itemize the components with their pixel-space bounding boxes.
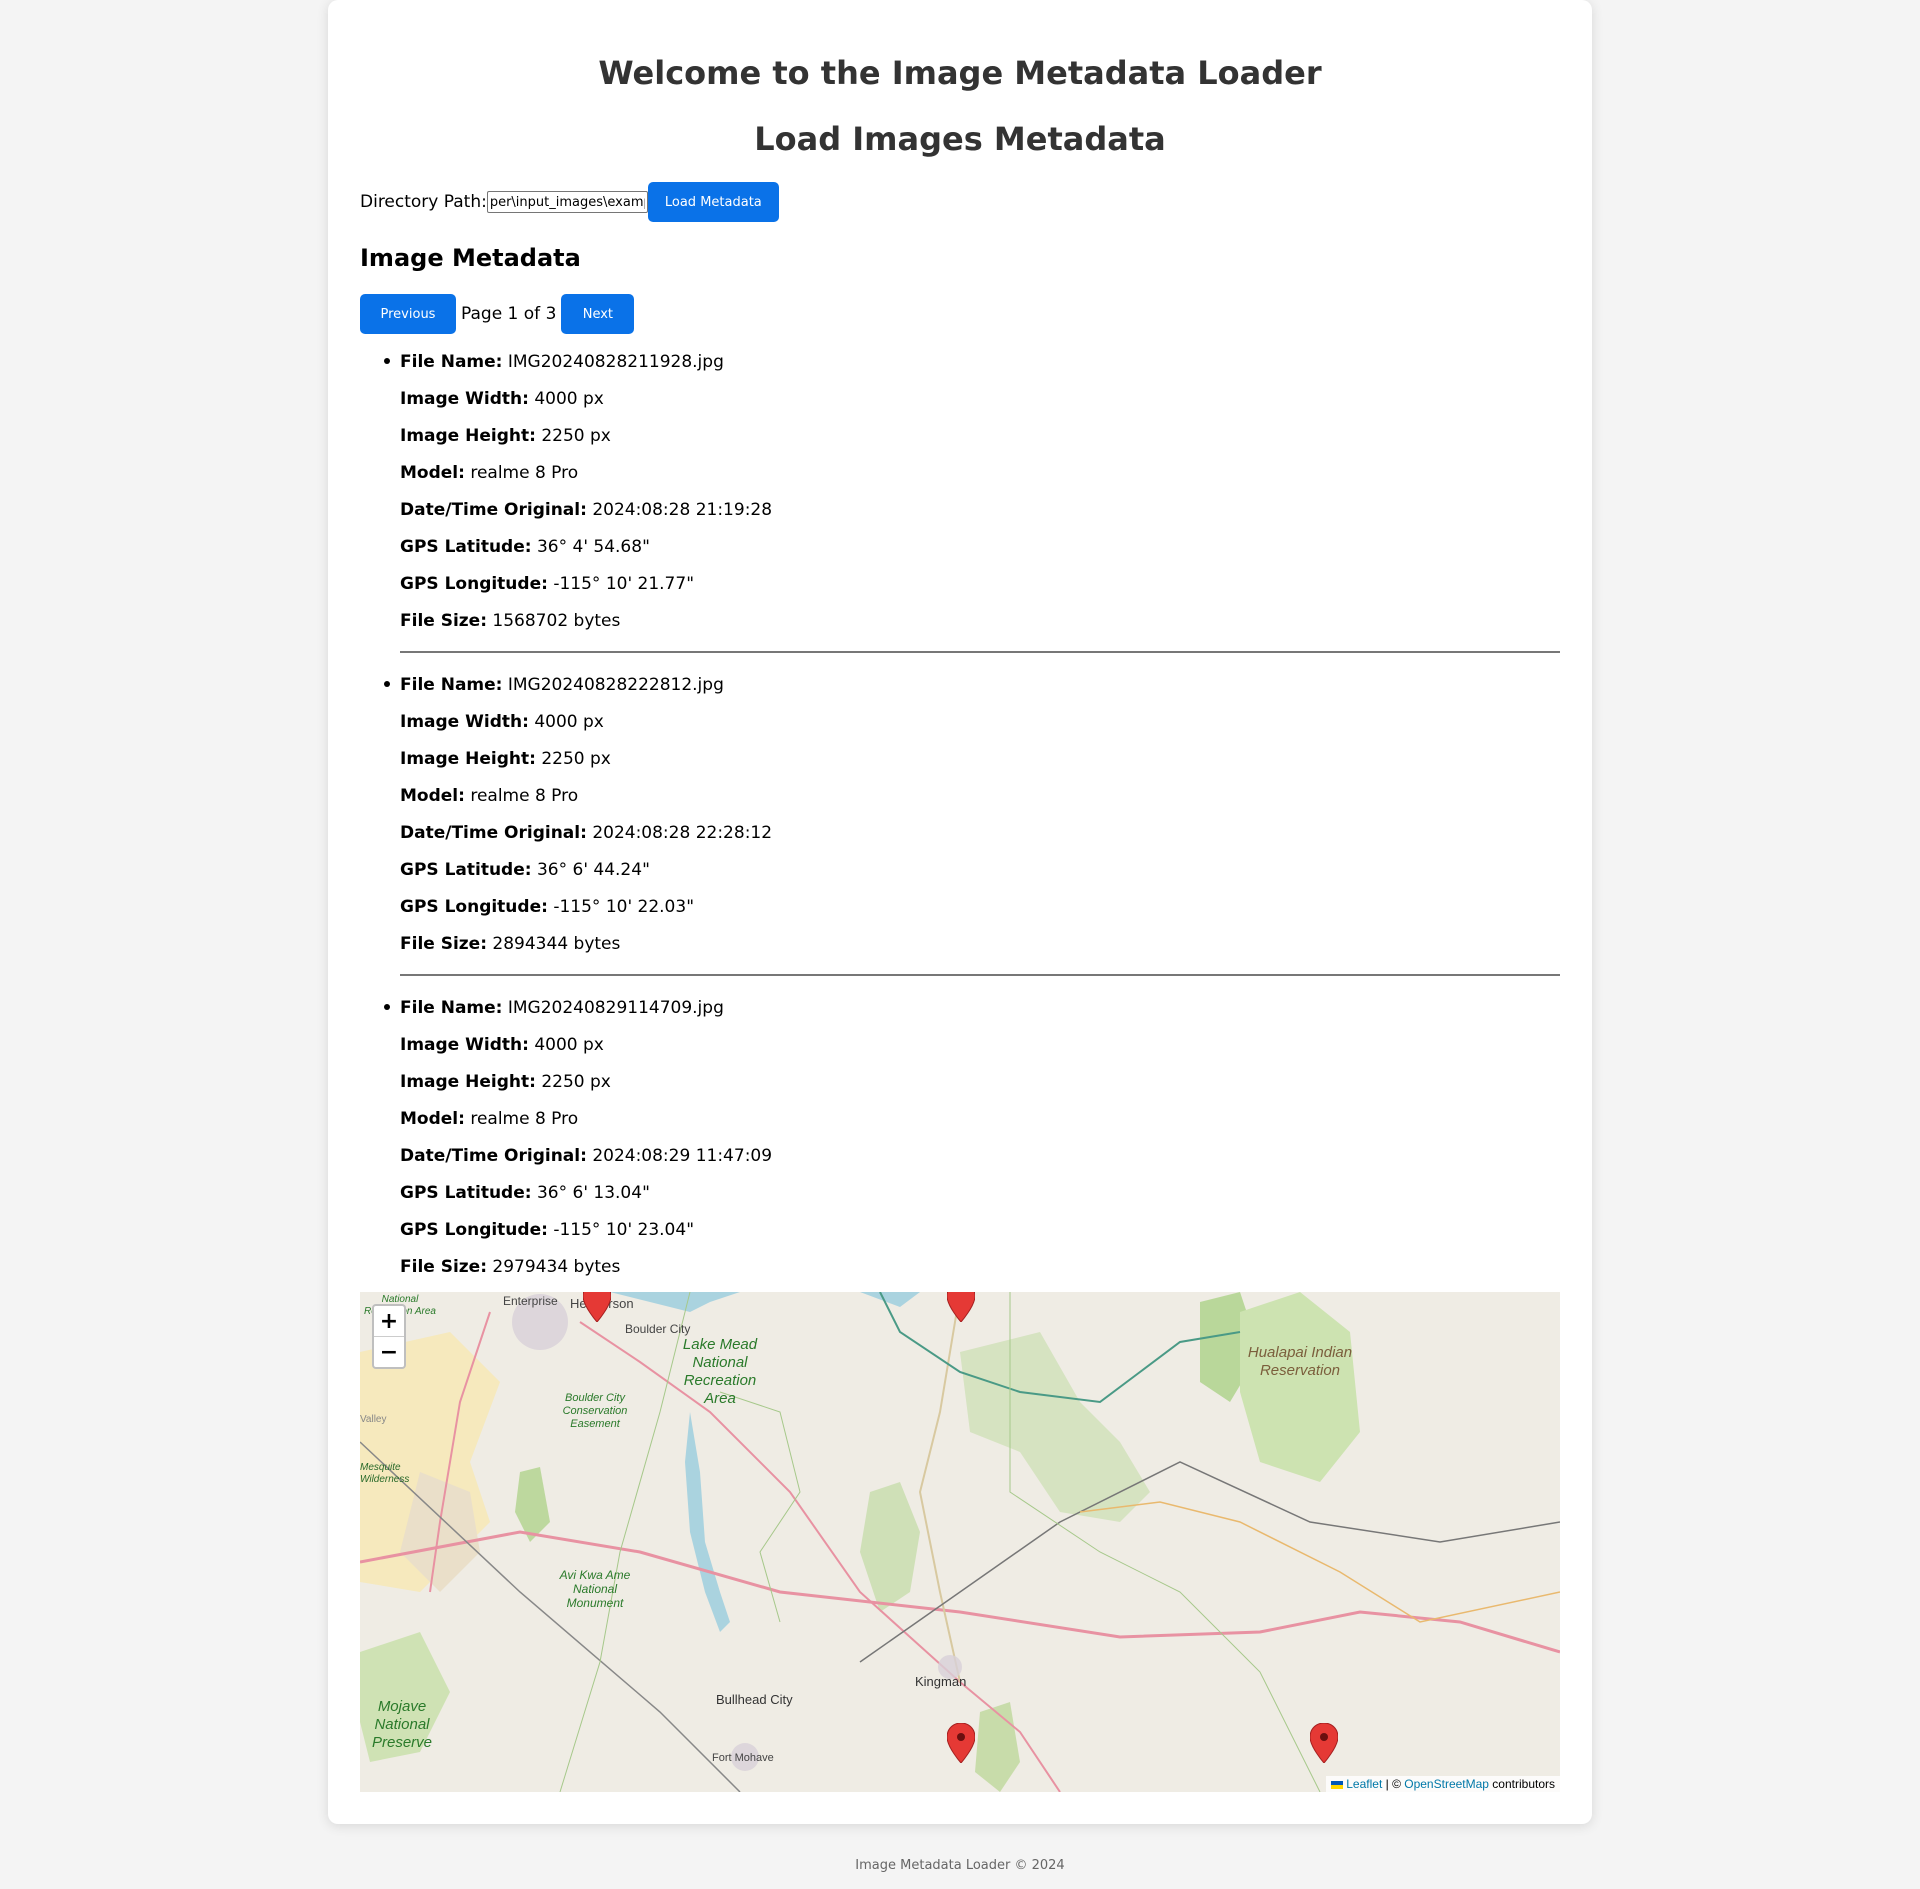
longitude-value: -115° 10' 23.04" — [553, 1220, 695, 1240]
map-label-boulder-city: Boulder City — [625, 1322, 691, 1336]
pagination: Previous Page 1 of 3 Next — [360, 294, 635, 334]
map-view[interactable]: Enterprise Henderson Boulder City Lake M… — [360, 1292, 1560, 1792]
width-row: Image Width: 4000 px — [400, 712, 604, 732]
datetime-row: Date/Time Original: 2024:08:29 11:47:09 — [400, 1146, 773, 1166]
next-button[interactable]: Next — [561, 294, 635, 334]
model-value: realme 8 Pro — [470, 463, 579, 483]
page-title: Welcome to the Image Metadata Loader — [598, 54, 1322, 92]
model-row: Model: realme 8 Pro — [400, 463, 579, 483]
file-name-value: IMG20240828222812.jpg — [507, 675, 724, 695]
zoom-out-button[interactable]: − — [374, 1336, 404, 1367]
height-row: Image Height: 2250 px — [400, 749, 611, 769]
zoom-control: + − — [372, 1304, 406, 1369]
map-label-enterprise: Enterprise — [503, 1294, 558, 1308]
file-name-value: IMG20240829114709.jpg — [507, 998, 724, 1018]
file-size-value: 2979434 bytes — [492, 1257, 621, 1277]
footer: Image Metadata Loader © 2024 — [855, 1858, 1065, 1873]
latitude-value: 36° 6' 44.24" — [536, 860, 650, 880]
longitude-row: GPS Longitude: -115° 10' 23.04" — [400, 1220, 695, 1240]
directory-input[interactable] — [486, 191, 648, 213]
datetime-value: 2024:08:28 21:19:28 — [592, 500, 773, 520]
leaflet-link[interactable]: Leaflet — [1346, 1777, 1382, 1791]
width-value: 4000 px — [534, 712, 604, 732]
file-size-value: 1568702 bytes — [492, 611, 621, 631]
map-attribution: Leaflet | © OpenStreetMap contributors — [1325, 1776, 1560, 1792]
width-row: Image Width: 4000 px — [400, 1035, 604, 1055]
file-size-value: 2894344 bytes — [492, 934, 621, 954]
model-value: realme 8 Pro — [470, 786, 579, 806]
previous-button[interactable]: Previous — [360, 294, 456, 334]
latitude-value: 36° 6' 13.04" — [536, 1183, 650, 1203]
model-value: realme 8 Pro — [470, 1109, 579, 1129]
latitude-row: GPS Latitude: 36° 6' 13.04" — [400, 1183, 650, 1203]
width-row: Image Width: 4000 px — [400, 389, 604, 409]
map-label-mesquite: Mesquite Wilderness — [360, 1462, 410, 1485]
file-name-value: IMG20240828211928.jpg — [507, 352, 724, 372]
item-divider — [400, 974, 1560, 976]
directory-form: Directory Path: Load Metadata — [360, 182, 779, 222]
bullet-icon — [384, 1004, 390, 1010]
model-row: Model: realme 8 Pro — [400, 786, 579, 806]
load-metadata-button[interactable]: Load Metadata — [647, 182, 779, 222]
height-row: Image Height: 2250 px — [400, 426, 611, 446]
datetime-row: Date/Time Original: 2024:08:28 22:28:12 — [400, 823, 773, 843]
map-label-hualapai: Hualapai Indian Reservation — [1247, 1344, 1353, 1379]
file-name-row: File Name: IMG20240828211928.jpg — [400, 352, 724, 372]
map-marker[interactable] — [947, 1292, 975, 1322]
file-size-row: File Size: 1568702 bytes — [400, 611, 621, 631]
model-row: Model: realme 8 Pro — [400, 1109, 579, 1129]
longitude-row: GPS Longitude: -115° 10' 21.77" — [400, 574, 695, 594]
datetime-value: 2024:08:28 22:28:12 — [592, 823, 773, 843]
latitude-row: GPS Latitude: 36° 4' 54.68" — [400, 537, 650, 557]
metadata-item: File Name: IMG20240828211928.jpg Image W… — [384, 344, 1560, 653]
file-size-row: File Size: 2894344 bytes — [400, 934, 621, 954]
width-value: 4000 px — [534, 389, 604, 409]
height-row: Image Height: 2250 px — [400, 1072, 611, 1092]
bullet-icon — [384, 358, 390, 364]
metadata-list: File Name: IMG20240828211928.jpg Image W… — [384, 344, 1560, 1313]
section-title: Load Images Metadata — [754, 120, 1166, 158]
longitude-row: GPS Longitude: -115° 10' 22.03" — [400, 897, 695, 917]
metadata-item: File Name: IMG20240829114709.jpg Image W… — [384, 990, 1560, 1299]
latitude-row: GPS Latitude: 36° 6' 44.24" — [400, 860, 650, 880]
height-value: 2250 px — [541, 426, 611, 446]
page-indicator: Page 1 of 3 — [461, 304, 557, 324]
main-card: Welcome to the Image Metadata Loader Loa… — [328, 0, 1592, 1824]
file-size-row: File Size: 2979434 bytes — [400, 1257, 621, 1277]
map-label-lake-mead: Lake Mead National Recreation Area — [682, 1336, 758, 1407]
metadata-heading: Image Metadata — [360, 244, 581, 272]
map-tiles — [360, 1292, 1560, 1792]
height-value: 2250 px — [541, 1072, 611, 1092]
map-marker[interactable] — [583, 1292, 611, 1322]
height-value: 2250 px — [541, 749, 611, 769]
width-value: 4000 px — [534, 1035, 604, 1055]
bullet-icon — [384, 681, 390, 687]
map-label-mojave: Mojave National Preserve — [371, 1698, 433, 1751]
map-marker[interactable] — [1310, 1723, 1338, 1763]
map-label-valley: Valley — [360, 1414, 387, 1425]
zoom-in-button[interactable]: + — [374, 1306, 404, 1336]
longitude-value: -115° 10' 21.77" — [553, 574, 695, 594]
map-marker[interactable] — [947, 1723, 975, 1763]
latitude-value: 36° 4' 54.68" — [536, 537, 650, 557]
metadata-item: File Name: IMG20240828222812.jpg Image W… — [384, 667, 1560, 976]
file-name-row: File Name: IMG20240829114709.jpg — [400, 998, 724, 1018]
osm-link[interactable]: OpenStreetMap — [1404, 1777, 1489, 1791]
map-label-fort-mohave: Fort Mohave — [712, 1752, 774, 1764]
map-label-kingman: Kingman — [915, 1674, 967, 1689]
ukraine-flag-icon — [1330, 1780, 1343, 1789]
map-label-avi-kwa: Avi Kwa Ame National Monument — [559, 1568, 631, 1610]
longitude-value: -115° 10' 22.03" — [553, 897, 695, 917]
file-name-row: File Name: IMG20240828222812.jpg — [400, 675, 724, 695]
directory-label: Directory Path: — [360, 192, 487, 212]
item-divider — [400, 651, 1560, 653]
datetime-row: Date/Time Original: 2024:08:28 21:19:28 — [400, 500, 773, 520]
map-label-boulder-easement: Boulder City Conservation Easement — [562, 1392, 628, 1430]
map-label-bullhead: Bullhead City — [716, 1692, 793, 1707]
datetime-value: 2024:08:29 11:47:09 — [592, 1146, 773, 1166]
